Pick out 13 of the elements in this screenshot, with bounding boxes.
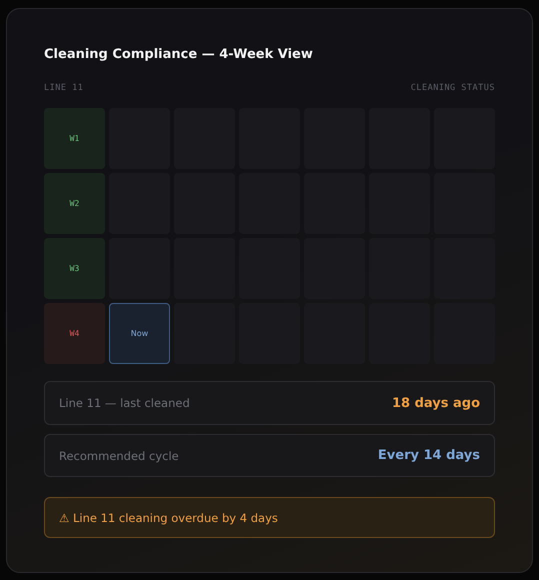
- week-cell: Now: [109, 303, 170, 364]
- card-title: Cleaning Compliance — 4-Week View: [44, 47, 314, 62]
- week-cell: W2: [44, 173, 105, 234]
- week-cell: W4: [44, 303, 105, 364]
- week-cell: W3: [44, 238, 105, 299]
- week-cell: W1: [44, 108, 105, 169]
- status-label: CLEANING STATUS: [410, 83, 495, 93]
- stat-value: 18 days ago: [392, 396, 480, 410]
- line-label: LINE 11: [44, 83, 84, 93]
- stat-label: Line 11 — last cleaned: [59, 396, 190, 410]
- stat-label: Recommended cycle: [59, 448, 179, 462]
- alert-text: ⚠ Line 11 cleaning overdue by 4 days: [59, 510, 278, 524]
- stat-value: Every 14 days: [378, 448, 480, 463]
